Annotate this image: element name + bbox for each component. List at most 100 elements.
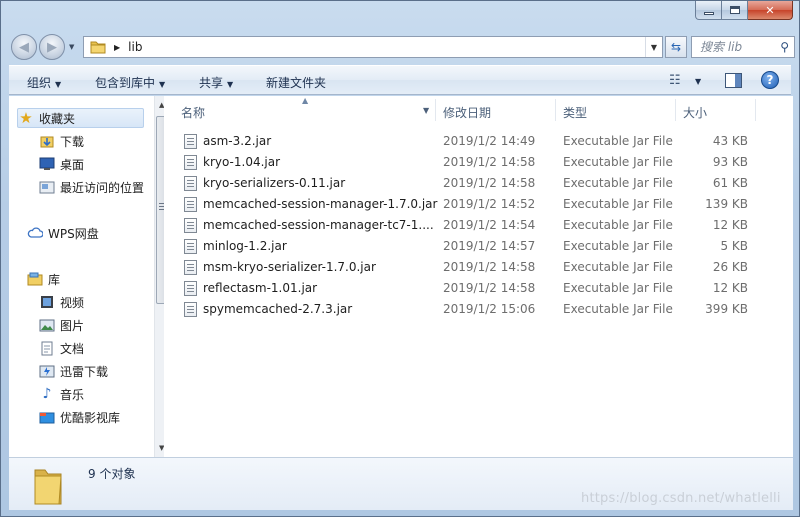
nav-label: 迅雷下载: [60, 364, 109, 379]
maximize-button[interactable]: [722, 1, 748, 20]
file-date: 2019/1/2 14:57: [443, 239, 536, 253]
file-name: kryo-serializers-0.11.jar: [203, 176, 346, 190]
watermark: https://blog.csdn.net/whatlelli: [581, 491, 781, 506]
recent-pages-dropdown[interactable]: ▼: [69, 43, 74, 51]
nav-label: WPS网盘: [48, 226, 99, 241]
column-header-size[interactable]: 大小: [683, 104, 707, 121]
file-size: 5 KB: [720, 239, 748, 253]
jar-file-icon: [184, 302, 197, 317]
file-row[interactable]: asm-3.2.jar 2019/1/2 14:49 Executable Ja…: [184, 131, 784, 152]
column-divider[interactable]: [435, 99, 436, 121]
file-name: memcached-session-manager-tc7-1....: [203, 218, 434, 232]
file-type: Executable Jar File: [563, 281, 673, 295]
search-box[interactable]: ⚲: [691, 36, 795, 58]
nav-item-wps-cloud[interactable]: WPS网盘: [27, 223, 171, 243]
file-type: Executable Jar File: [563, 302, 673, 316]
arrow-right-icon: ▶: [47, 39, 57, 55]
column-header-row: ▲ 名称 ▼ 修改日期 类型 大小: [164, 96, 793, 124]
file-row[interactable]: kryo-serializers-0.11.jar 2019/1/2 14:58…: [184, 173, 784, 194]
file-list: ▲ 名称 ▼ 修改日期 类型 大小 asm-3.2.jar 2019/1/2 1…: [164, 96, 793, 457]
nav-label: 图片: [60, 318, 85, 333]
thunder-folder-icon: [39, 363, 55, 379]
help-icon[interactable]: ?: [761, 71, 779, 89]
nav-label: 音乐: [60, 387, 85, 402]
column-filter-dropdown[interactable]: ▼: [423, 106, 429, 115]
nav-item-libraries[interactable]: 库: [27, 269, 171, 289]
refresh-icon: ⇆: [670, 40, 682, 54]
file-size: 139 KB: [705, 197, 748, 211]
nav-label: 视频: [60, 295, 85, 310]
file-row[interactable]: spymemcached-2.7.3.jar 2019/1/2 15:06 Ex…: [184, 299, 784, 320]
close-button[interactable]: ✕: [748, 1, 793, 20]
maximize-icon: [729, 6, 740, 14]
file-row[interactable]: minlog-1.2.jar 2019/1/2 14:57 Executable…: [184, 236, 784, 257]
nav-label: 收藏夹: [39, 111, 76, 126]
refresh-button[interactable]: ⇆: [665, 36, 687, 58]
file-date: 2019/1/2 14:49: [443, 134, 536, 148]
jar-file-icon: [184, 197, 197, 212]
file-size: 93 KB: [712, 155, 748, 169]
breadcrumb-lib[interactable]: lib: [128, 40, 142, 54]
file-name: asm-3.2.jar: [203, 134, 272, 148]
nav-label: 文档: [60, 341, 85, 356]
address-dropdown-button[interactable]: ▼: [645, 37, 662, 57]
item-count: 9 个对象: [88, 467, 136, 481]
jar-file-icon: [184, 218, 197, 233]
column-divider[interactable]: [555, 99, 556, 121]
file-row[interactable]: msm-kryo-serializer-1.7.0.jar 2019/1/2 1…: [184, 257, 784, 278]
column-header-type[interactable]: 类型: [563, 104, 587, 121]
file-date: 2019/1/2 14:58: [443, 281, 536, 295]
breadcrumb-separator-icon[interactable]: ▶: [114, 43, 120, 52]
nav-item-favorites[interactable]: ★ 收藏夹: [17, 108, 144, 128]
file-name: memcached-session-manager-1.7.0.jar: [203, 197, 438, 211]
file-type: Executable Jar File: [563, 155, 673, 169]
column-divider[interactable]: [675, 99, 676, 121]
file-size: 12 KB: [712, 281, 748, 295]
chevron-down-icon: ▼: [227, 80, 234, 89]
organize-menu[interactable]: 组织 ▼: [27, 74, 61, 91]
nav-label: 下载: [60, 134, 85, 149]
nav-label: 库: [48, 272, 61, 287]
file-row[interactable]: memcached-session-manager-1.7.0.jar 2019…: [184, 194, 784, 215]
include-in-library-label: 包含到库中: [95, 76, 156, 90]
sort-ascending-icon: ▲: [302, 96, 309, 105]
view-options-icon[interactable]: ☷: [669, 73, 681, 88]
chevron-down-icon: ▼: [650, 42, 658, 52]
file-row[interactable]: kryo-1.04.jar 2019/1/2 14:58 Executable …: [184, 152, 784, 173]
navigation-row: ◀ ▶ ▼ ▶ lib ▼ ⇆ ⚲: [9, 31, 795, 61]
organize-label: 组织: [27, 76, 52, 90]
jar-file-icon: [184, 155, 197, 170]
view-options-dropdown[interactable]: ▼: [695, 77, 701, 86]
minimize-icon: [703, 11, 714, 15]
star-icon: ★: [19, 109, 33, 127]
file-row[interactable]: reflectasm-1.01.jar 2019/1/2 14:58 Execu…: [184, 278, 784, 299]
preview-pane-icon[interactable]: [725, 73, 742, 88]
picture-icon: [39, 317, 55, 333]
file-date: 2019/1/2 14:58: [443, 176, 536, 190]
jar-file-icon: [184, 176, 197, 191]
address-bar[interactable]: ▶ lib ▼: [83, 36, 663, 58]
share-menu[interactable]: 共享 ▼: [199, 74, 233, 91]
column-header-date[interactable]: 修改日期: [443, 104, 491, 121]
file-type: Executable Jar File: [563, 218, 673, 232]
back-button[interactable]: ◀: [11, 34, 37, 60]
search-input[interactable]: [700, 40, 774, 54]
new-folder-button[interactable]: 新建文件夹: [266, 74, 326, 91]
file-type: Executable Jar File: [563, 239, 673, 253]
include-in-library-menu[interactable]: 包含到库中 ▼: [95, 74, 165, 91]
nav-label: 桌面: [60, 157, 85, 172]
file-name: msm-kryo-serializer-1.7.0.jar: [203, 260, 376, 274]
jar-file-icon: [184, 134, 197, 149]
file-size: 61 KB: [712, 176, 748, 190]
recent-places-icon: [39, 179, 55, 195]
file-date: 2019/1/2 14:58: [443, 260, 536, 274]
file-type: Executable Jar File: [563, 134, 673, 148]
search-icon[interactable]: ⚲: [780, 40, 789, 54]
file-row[interactable]: memcached-session-manager-tc7-1.... 2019…: [184, 215, 784, 236]
minimize-button[interactable]: [695, 1, 722, 20]
column-divider[interactable]: [755, 99, 756, 121]
file-type: Executable Jar File: [563, 176, 673, 190]
column-header-name[interactable]: 名称: [181, 104, 205, 121]
file-size: 12 KB: [712, 218, 748, 232]
forward-button[interactable]: ▶: [39, 34, 65, 60]
